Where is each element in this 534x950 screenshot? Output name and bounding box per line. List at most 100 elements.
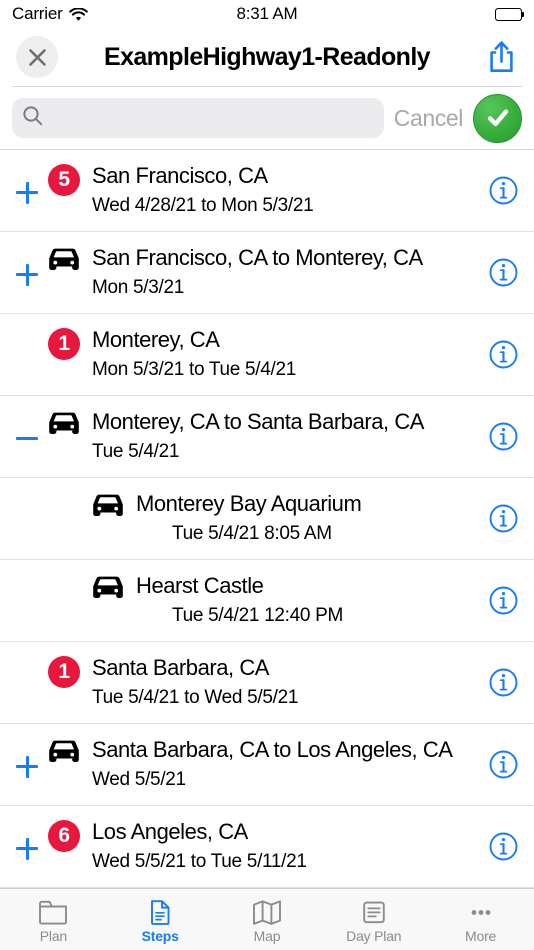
row-subtitle: Tue 5/4/21 12:40 PM [172,604,344,626]
row-icon: 5 [40,150,88,231]
tab-label: Map [253,927,281,944]
expand-plus-icon[interactable] [16,263,38,286]
expand-plus-icon[interactable] [16,837,38,860]
tab-bar: Plan Steps Map Day Plan More [0,888,534,950]
row-icon: 1 [40,642,88,723]
car-icon [49,248,79,270]
row-subtitle: Tue 5/4/21 [92,440,180,462]
row-toggle[interactable] [14,396,40,477]
table-row[interactable]: Hearst Castle Tue 5/4/21 12:40 PM [0,560,534,642]
table-row[interactable]: Santa Barbara, CA to Los Angeles, CA Wed … [0,724,534,806]
row-title: Santa Barbara, CA [92,655,270,681]
info-icon [489,586,517,615]
car-icon [49,412,79,434]
row-title: Monterey, CA [92,327,220,353]
row-title: Hearst Castle [136,573,264,599]
status-bar-clock: 8:31 AM [236,4,298,23]
page-title: ExampleHighway1-Readonly [104,42,431,71]
share-icon [489,41,513,72]
expand-plus-icon[interactable] [16,755,38,778]
table-row[interactable]: 1 Monterey, CA Mon 5/3/21 to Tue 5/4/21 [0,314,534,396]
row-info-button[interactable] [472,478,534,559]
tab-day-plan[interactable]: Day Plan [320,889,427,950]
row-text: Los Angeles, CA Wed 5/5/21 to Tue 5/11/21 [88,806,472,887]
status-bar: Carrier 8:31 AM [0,0,534,28]
ellipsis-icon [471,909,490,915]
day-count-badge: 1 [48,328,80,360]
table-row[interactable]: 5 San Francisco, CA Wed 4/28/21 to Mon 5/3… [0,150,534,232]
info-icon [489,258,517,287]
row-text: Monterey, CA Mon 5/3/21 to Tue 5/4/21 [88,314,472,395]
tab-label: More [465,927,497,944]
status-bar-right [495,7,525,21]
tab-plan[interactable]: Plan [0,889,107,950]
table-row[interactable]: 6 Los Angeles, CA Wed 5/5/21 to Tue 5/11/2… [0,806,534,888]
tab-steps[interactable]: Steps [107,889,214,950]
steps-list[interactable]: 5 San Francisco, CA Wed 4/28/21 to Mon 5/3… [0,149,534,888]
tab-label: Plan [39,927,68,944]
search-input[interactable] [50,107,374,129]
table-row[interactable]: San Francisco, CA to Monterey, CA Mon 5/3… [0,232,534,314]
row-icon [40,724,88,805]
map-icon [252,899,282,926]
row-icon: 1 [40,314,88,395]
row-toggle[interactable] [14,724,40,805]
info-icon [489,668,517,697]
row-subtitle: Wed 5/5/21 to Tue 5/11/21 [92,850,307,872]
list-icon [359,899,389,926]
row-text: Monterey, CA to Santa Barbara, CA Tue 5/4… [88,396,472,477]
document-icon [145,899,175,926]
row-text: San Francisco, CA Wed 4/28/21 to Mon 5/3/… [88,150,472,231]
row-title: San Francisco, CA [92,163,268,189]
row-info-button[interactable] [472,724,534,805]
search-field[interactable] [12,98,384,138]
row-toggle[interactable] [14,806,40,887]
row-icon [84,560,132,641]
row-toggle[interactable] [14,150,40,231]
row-info-button[interactable] [472,232,534,313]
row-title: Santa Barbara, CA to Los Angeles, CA [92,737,453,763]
row-icon [40,396,88,477]
info-icon [489,832,517,861]
row-subtitle: Wed 4/28/21 to Mon 5/3/21 [92,194,314,216]
close-button[interactable] [16,36,58,78]
expand-plus-icon[interactable] [16,181,38,204]
document-icon [151,899,170,925]
folder-icon [38,899,68,926]
row-text: Santa Barbara, CA Tue 5/4/21 to Wed 5/5/2… [88,642,472,723]
table-row[interactable]: Monterey Bay Aquarium Tue 5/4/21 8:05 AM [0,478,534,560]
car-icon [49,740,79,762]
day-count-badge: 1 [48,656,80,688]
row-subtitle: Tue 5/4/21 8:05 AM [172,522,332,544]
row-icon: 6 [40,806,88,887]
row-subtitle: Mon 5/3/21 [92,276,185,298]
cancel-button[interactable]: Cancel [394,105,464,132]
row-info-button[interactable] [472,806,534,887]
tab-map[interactable]: Map [214,889,321,950]
info-icon [489,750,517,779]
car-icon [93,494,123,516]
row-toggle[interactable] [14,232,40,313]
row-info-button[interactable] [472,314,534,395]
row-info-button[interactable] [472,642,534,723]
table-row[interactable]: Monterey, CA to Santa Barbara, CA Tue 5/4… [0,396,534,478]
row-info-button[interactable] [472,396,534,477]
share-button[interactable] [484,37,518,77]
app-screen: Carrier 8:31 AM ExampleHighway1-Readonly [0,0,534,950]
info-icon [489,504,517,533]
map-icon [253,899,281,925]
table-row[interactable]: 1 Santa Barbara, CA Tue 5/4/21 to Wed 5/5/… [0,642,534,724]
row-subtitle: Tue 5/4/21 to Wed 5/5/21 [92,686,299,708]
collapse-minus-icon[interactable] [16,428,38,450]
row-subtitle: Mon 5/3/21 to Tue 5/4/21 [92,358,297,380]
tab-more[interactable]: More [427,889,534,950]
confirm-button[interactable] [473,93,522,143]
row-icon [84,478,132,559]
search-icon [22,105,43,131]
row-text: Santa Barbara, CA to Los Angeles, CA Wed … [88,724,472,805]
row-info-button[interactable] [472,560,534,641]
row-title: San Francisco, CA to Monterey, CA [92,245,423,271]
info-icon [489,340,517,369]
navigation-bar: ExampleHighway1-Readonly [0,28,534,86]
row-info-button[interactable] [472,150,534,231]
